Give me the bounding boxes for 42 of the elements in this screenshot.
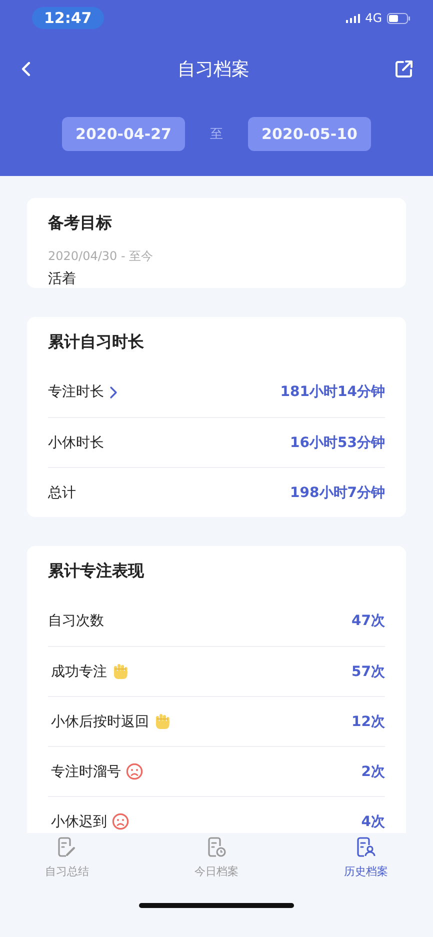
stat-value: 198小时7分钟 [290, 484, 385, 502]
network-label: 4G [365, 11, 382, 25]
stat-label: 小休时长 [48, 434, 104, 452]
stat-value: 12次 [352, 712, 385, 730]
battery-icon [387, 12, 411, 24]
stat-label: 总计 [48, 484, 76, 502]
tab-bar-item[interactable]: 今日档案 [170, 837, 264, 891]
hand-icon [112, 663, 129, 680]
back-icon[interactable] [20, 61, 32, 77]
stat-value: 2次 [361, 762, 385, 780]
sad-face-icon [126, 763, 143, 780]
tab-bar-item[interactable]: 自习总结 [20, 837, 114, 891]
stat-value: 4次 [361, 812, 385, 830]
stat-label: 自习次数 [48, 612, 104, 630]
status-time: 12:47 [32, 7, 104, 29]
stat-label: 成功专注 [50, 662, 107, 680]
card-title: 累计专注表现 [48, 560, 144, 582]
stat-label: 专注时溜号 [50, 762, 121, 780]
date-separator: 至 [209, 126, 224, 143]
stat-value: 181小时14分钟 [280, 383, 385, 401]
share-icon[interactable] [395, 60, 413, 78]
stat-value: 16小时53分钟 [290, 434, 385, 452]
stat-value: 47次 [352, 612, 385, 630]
chevron-right-icon[interactable] [109, 386, 118, 398]
stat-label[interactable]: 专注时长 [48, 383, 104, 401]
document-pen-icon [57, 837, 77, 858]
signal-icon [346, 14, 360, 22]
start-date-button[interactable]: 2020-04-27 [62, 117, 185, 151]
card-title: 累计自习时长 [48, 332, 144, 352]
card-title: 备考目标 [48, 213, 113, 234]
tab-bar-item[interactable]: 历史档案 [319, 837, 413, 891]
stat-label: 小休后按时返回 [50, 712, 149, 730]
document-clock-icon [206, 837, 226, 858]
stat-label: 小休迟到 [50, 812, 107, 830]
document-person-icon [356, 837, 376, 858]
sad-face-icon [112, 813, 129, 830]
hand-icon [154, 713, 171, 730]
page-title: 自习档案 [178, 58, 250, 81]
goal-text: 活着 [48, 270, 77, 288]
end-date-button[interactable]: 2020-05-10 [248, 117, 371, 151]
stat-value: 57次 [352, 662, 385, 680]
goal-date: 2020/04/30 - 至今 [48, 248, 154, 265]
